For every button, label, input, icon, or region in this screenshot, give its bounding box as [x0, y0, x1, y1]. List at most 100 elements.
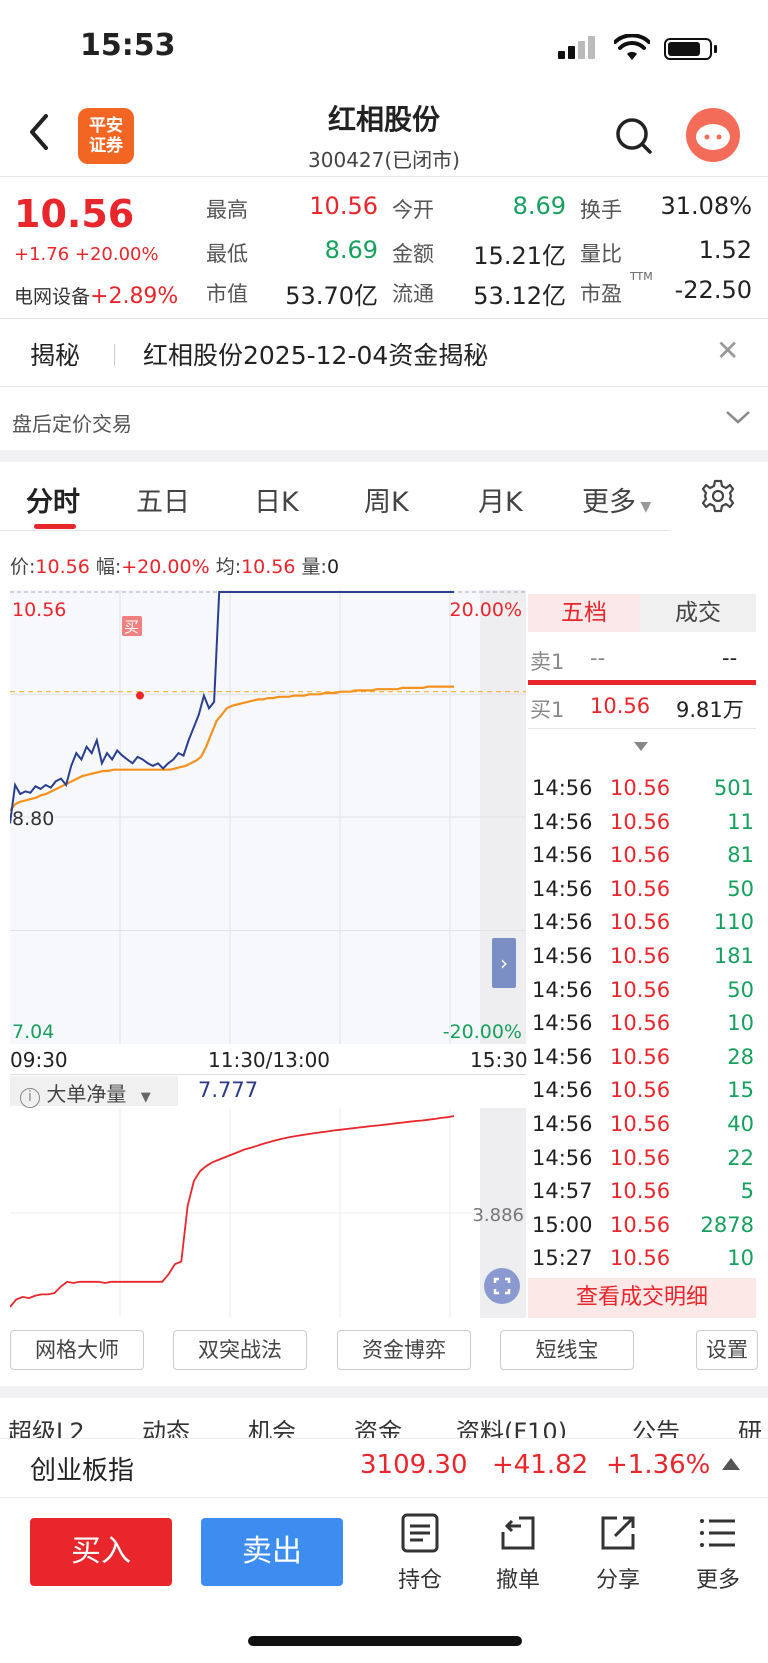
cancel-order-button[interactable]: 撤单: [478, 1512, 558, 1594]
section-gap: [0, 450, 768, 462]
home-indicator: [248, 1636, 522, 1646]
subtab-news[interactable]: 动态: [142, 1412, 190, 1438]
reveal-banner-link[interactable]: 红相股份2025-12-04资金揭秘: [143, 336, 488, 372]
sell1-volume: --: [722, 646, 738, 670]
index-pct: +1.36%: [606, 1450, 711, 1480]
chevron-down-icon[interactable]: [724, 408, 752, 426]
tick-price: 10.56: [610, 1011, 671, 1036]
tick-volume: 501: [713, 776, 754, 800]
info-vol: 0: [326, 556, 340, 578]
search-icon[interactable]: [614, 116, 654, 156]
tick-volume: 28: [727, 1044, 754, 1069]
subtab-opportunity[interactable]: 机会: [248, 1412, 296, 1438]
info-icon: i: [20, 1088, 40, 1108]
tab-monthly-k[interactable]: 月K: [478, 480, 523, 519]
info-avg: 10.56: [241, 556, 296, 578]
gear-icon[interactable]: [700, 478, 736, 514]
tool-short-term[interactable]: 短线宝: [500, 1330, 634, 1370]
cancel-order-label: 撤单: [495, 1568, 540, 1593]
buy-button[interactable]: 买入: [30, 1518, 172, 1586]
sector-link[interactable]: 电网设备+2.89%: [14, 282, 178, 309]
reveal-tag: 揭秘: [30, 341, 81, 370]
tick-volume: 2878: [700, 1212, 754, 1237]
indicator-value: 7.777: [198, 1078, 259, 1102]
tick-time: 15:27: [532, 1246, 593, 1271]
quote-field-value: 8.69: [512, 192, 566, 220]
status-time: 15:53: [80, 28, 176, 63]
buy1-label: 买1: [530, 698, 565, 722]
tool-double-breakout[interactable]: 双突战法: [173, 1330, 307, 1370]
tick-time: 14:56: [532, 944, 593, 968]
tick-price: 10.56: [610, 809, 671, 834]
tool-fund-game[interactable]: 资金博弈: [337, 1330, 471, 1370]
caret-up-icon[interactable]: [722, 1458, 740, 1470]
fullscreen-button[interactable]: [484, 1268, 520, 1304]
sell1-label: 卖1: [530, 650, 565, 674]
divider: [0, 318, 768, 319]
tab-trades[interactable]: 成交: [640, 594, 756, 632]
tick-price: 10.56: [610, 1078, 671, 1103]
tab-five-levels[interactable]: 五档: [528, 594, 640, 632]
trade-tick-row: 14:56 10.56 28: [532, 1045, 754, 1077]
big-order-net-chart[interactable]: 3.886: [10, 1108, 526, 1318]
quote-field-value: 1.52: [698, 236, 752, 264]
trade-tick-row: 14:56 10.56 50: [532, 877, 754, 909]
more-button[interactable]: 更多: [678, 1512, 758, 1594]
tab-weekly-k[interactable]: 周K: [364, 480, 409, 519]
time-label-close: 15:30: [470, 1048, 528, 1072]
subtab-super-l2[interactable]: 超级L2: [8, 1412, 85, 1438]
subtab-funds[interactable]: 资金: [354, 1412, 402, 1438]
indicator-selector-label: i 大单净量 ▼: [20, 1078, 151, 1108]
share-button[interactable]: 分享: [578, 1512, 658, 1594]
info-range: +20.00%: [121, 556, 210, 578]
y-label-low: 7.04: [12, 1021, 54, 1043]
tab-active-indicator: [34, 524, 76, 529]
tab-more[interactable]: 更多 ▼: [582, 480, 651, 519]
tools-settings-button[interactable]: 设置: [696, 1330, 758, 1370]
index-change: +41.82: [492, 1450, 589, 1480]
y-label-pct-low: -20.00%: [443, 1021, 522, 1043]
divider: [0, 530, 670, 531]
view-trade-details-button[interactable]: 查看成交明细: [528, 1278, 756, 1318]
buy-marker: [136, 691, 144, 700]
assistant-avatar-icon[interactable]: [686, 108, 740, 162]
tab-intraday[interactable]: 分时: [26, 480, 80, 519]
tick-time: 14:56: [532, 1011, 593, 1036]
y-label-pct-high: 20.00%: [450, 599, 522, 621]
tick-price: 10.56: [610, 977, 671, 1002]
tick-volume: 181: [713, 944, 754, 968]
tick-price: 10.56: [610, 1179, 671, 1204]
tick-volume: 11: [727, 809, 754, 834]
price-change: +1.76 +20.00%: [14, 244, 159, 265]
tick-volume: 110: [713, 910, 754, 935]
subtab-f10[interactable]: 资料(F10): [456, 1412, 567, 1438]
close-icon[interactable]: ✕: [716, 334, 739, 367]
quote-field-value: -22.50: [674, 276, 752, 304]
intraday-price-chart[interactable]: 买 10.56 8.80 7.04 20.00% -20.00%: [10, 590, 526, 1044]
buy-marker-label: 买: [124, 618, 139, 636]
subtab-announcements[interactable]: 公告: [632, 1412, 680, 1438]
tick-time: 14:56: [532, 1112, 593, 1136]
subtab-research[interactable]: 研: [738, 1412, 762, 1438]
trade-tick-row: 14:56 10.56 181: [532, 944, 754, 976]
sell-button[interactable]: 卖出: [201, 1518, 343, 1586]
trade-tick-row: 14:56 10.56 50: [532, 978, 754, 1010]
indicator-name: 大单净量: [46, 1082, 127, 1106]
caret-down-icon[interactable]: [634, 742, 648, 751]
section-gap: [0, 1386, 768, 1398]
quote-field-value: 15.21亿: [473, 242, 566, 270]
tick-time: 14:56: [532, 910, 593, 935]
positions-button[interactable]: 持仓: [380, 1512, 460, 1594]
sell1-price: --: [590, 646, 606, 670]
tick-price: 10.56: [610, 876, 671, 901]
quote-field-value: 8.69: [324, 236, 378, 264]
index-value: 3109.30: [360, 1450, 468, 1480]
divider: [528, 728, 756, 729]
tick-volume: 40: [727, 1112, 754, 1136]
tick-price: 10.56: [610, 1044, 671, 1069]
tab-five-day[interactable]: 五日: [136, 480, 190, 519]
tab-daily-k[interactable]: 日K: [254, 480, 299, 519]
tool-grid-master[interactable]: 网格大师: [10, 1330, 144, 1370]
after-hours-trading[interactable]: 盘后定价交易: [12, 408, 132, 437]
expand-panel-button[interactable]: ›: [492, 938, 516, 988]
